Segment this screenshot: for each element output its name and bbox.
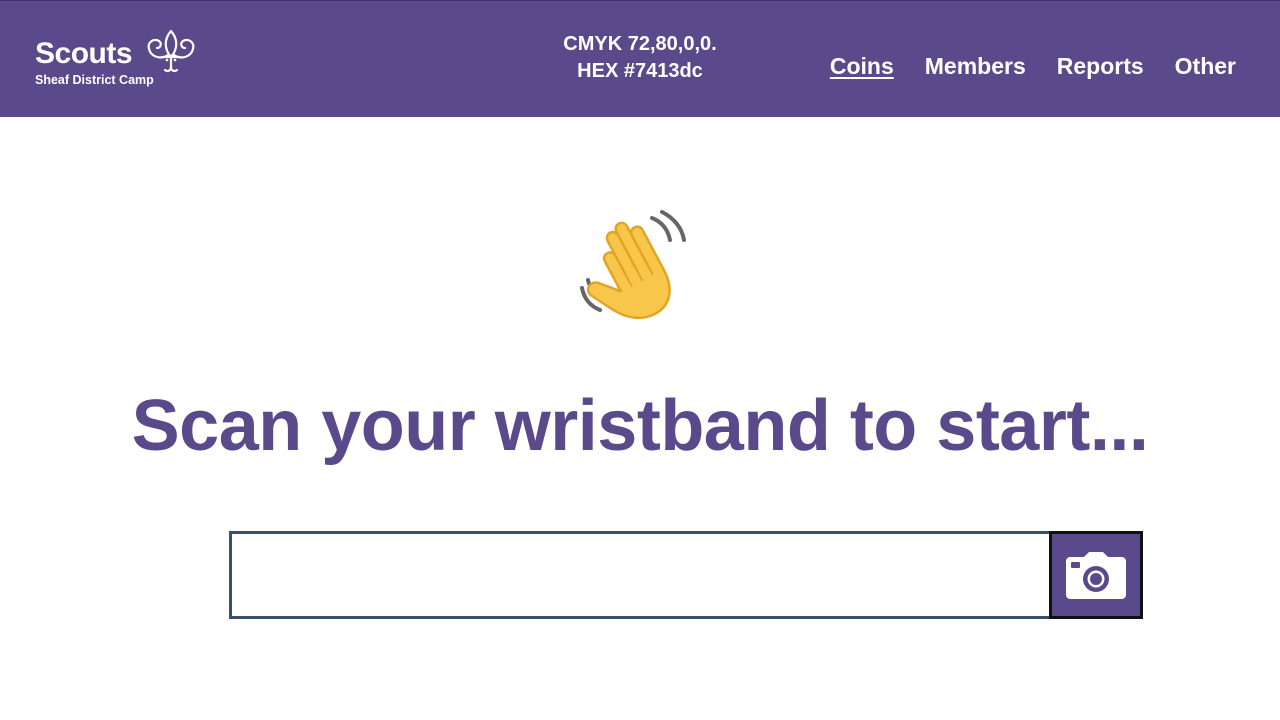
camera-scan-button[interactable] <box>1049 531 1143 619</box>
page-headline: Scan your wristband to start... <box>131 386 1149 467</box>
waving-hand-icon <box>580 210 686 320</box>
wristband-scan-input[interactable] <box>229 531 1051 619</box>
logo-subtitle: Sheaf District Camp <box>35 73 154 87</box>
camera-icon <box>1066 552 1126 599</box>
cmyk-value: CMYK 72,80,0,0. <box>563 33 717 55</box>
scouts-logo[interactable]: Scouts Sheaf District Camp <box>35 27 205 91</box>
nav-members[interactable]: Members <box>925 51 1026 81</box>
main-nav: Coins Members Reports Other <box>830 51 1236 81</box>
hex-value: HEX #7413dc <box>577 60 703 82</box>
color-info: CMYK 72,80,0,0. HEX #7413dc <box>520 31 760 85</box>
nav-other[interactable]: Other <box>1175 51 1236 81</box>
nav-reports[interactable]: Reports <box>1057 51 1144 81</box>
nav-coins[interactable]: Coins <box>830 51 894 81</box>
fleur-de-lis-icon <box>147 29 195 73</box>
top-header: Scouts Sheaf District Camp CMYK 72,80,0,… <box>0 0 1280 117</box>
logo-wordmark: Scouts <box>35 37 133 70</box>
